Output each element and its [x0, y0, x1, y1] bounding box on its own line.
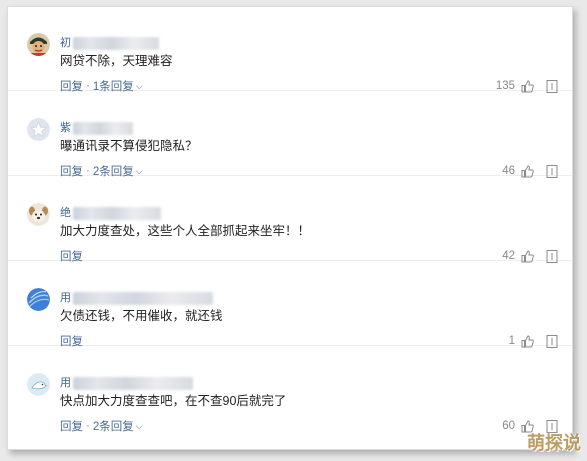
thumbs-up-icon[interactable] [521, 249, 534, 263]
star-avatar-icon [27, 118, 50, 141]
replies-count-label: 2条回复 [92, 421, 134, 433]
username[interactable]: 绝 [60, 205, 161, 221]
more-options-icon[interactable] [546, 334, 558, 348]
like-count: 135 [495, 80, 515, 92]
separator: · [86, 420, 90, 432]
separator: · [86, 165, 90, 177]
username[interactable]: 用 [60, 290, 213, 306]
username[interactable]: 初 [60, 35, 159, 51]
view-replies-button[interactable]: 2条回复 ⌵ [93, 418, 143, 434]
comment-actions: 回复 · 2条回复 ⌵ [60, 419, 143, 433]
comment-item: 用 欠债还钱，不用催收，就还钱 回复 1 [8, 262, 572, 348]
thumbs-up-icon[interactable] [521, 79, 534, 93]
blurred-username [73, 36, 159, 50]
thumbs-up-icon[interactable] [521, 164, 534, 178]
like-count: 42 [502, 250, 515, 262]
comment-item: 绝 加大力度查处，这些个人全部抓起来坐牢！！ 回复 42 [8, 177, 572, 263]
more-options-icon[interactable] [546, 79, 558, 93]
comment-actions: 回复 [60, 334, 83, 348]
comment-text: 网贷不除，天理难容 [60, 54, 173, 68]
blurred-username [73, 376, 193, 390]
bird-avatar-icon [27, 373, 50, 396]
user-avatar[interactable] [27, 33, 50, 56]
comment-item: 用 快点加大力度查查吧，在不查90后就完了 回复 · 2条回复 ⌵ 60 [8, 347, 572, 433]
like-count: 60 [502, 420, 515, 432]
more-options-icon[interactable] [546, 164, 558, 178]
comment-actions: 回复 [60, 249, 83, 263]
chevron-down-icon: ⌵ [135, 166, 143, 176]
more-options-icon[interactable] [546, 249, 558, 263]
thumbs-up-icon[interactable] [521, 334, 534, 348]
comment-actions: 回复 · 2条回复 ⌵ [60, 164, 143, 178]
comment-list: 初 网贷不除，天理难容 回复 · 1条回复 ⌵ 135 紫 曝通讯录不算侵犯隐私… [7, 6, 573, 450]
like-count: 46 [502, 165, 515, 177]
username[interactable]: 用 [60, 375, 193, 391]
chevron-down-icon: ⌵ [135, 81, 143, 91]
comment-item: 紫 曝通讯录不算侵犯隐私？ 回复 · 2条回复 ⌵ 46 [8, 92, 572, 178]
chevron-down-icon: ⌵ [135, 421, 143, 431]
username[interactable]: 紫 [60, 120, 133, 136]
dog-avatar-icon [27, 203, 50, 226]
separator: · [86, 80, 90, 92]
user-avatar[interactable] [27, 288, 50, 311]
comment-item: 初 网贷不除，天理难容 回复 · 1条回复 ⌵ 135 [8, 7, 572, 93]
user-avatar[interactable] [27, 203, 50, 226]
reply-button[interactable]: 回复 [60, 418, 83, 434]
comment-text: 欠债还钱，不用催收，就还钱 [60, 309, 223, 323]
like-count: 1 [508, 335, 515, 347]
comment-text: 曝通讯录不算侵犯隐私？ [60, 139, 198, 153]
cartoon-character-avatar-icon [27, 33, 50, 56]
blue-planet-avatar-icon [27, 288, 50, 311]
comment-text: 加大力度查处，这些个人全部抓起来坐牢！！ [60, 224, 311, 238]
blurred-username [73, 206, 161, 220]
watermark-logo: 萌探说 [527, 433, 581, 454]
comment-text: 快点加大力度查查吧，在不查90后就完了 [60, 394, 287, 408]
blurred-username [73, 291, 213, 305]
comment-actions: 回复 · 1条回复 ⌵ [60, 79, 143, 93]
blurred-username [73, 121, 133, 135]
user-avatar[interactable] [27, 118, 50, 141]
user-avatar[interactable] [27, 373, 50, 396]
